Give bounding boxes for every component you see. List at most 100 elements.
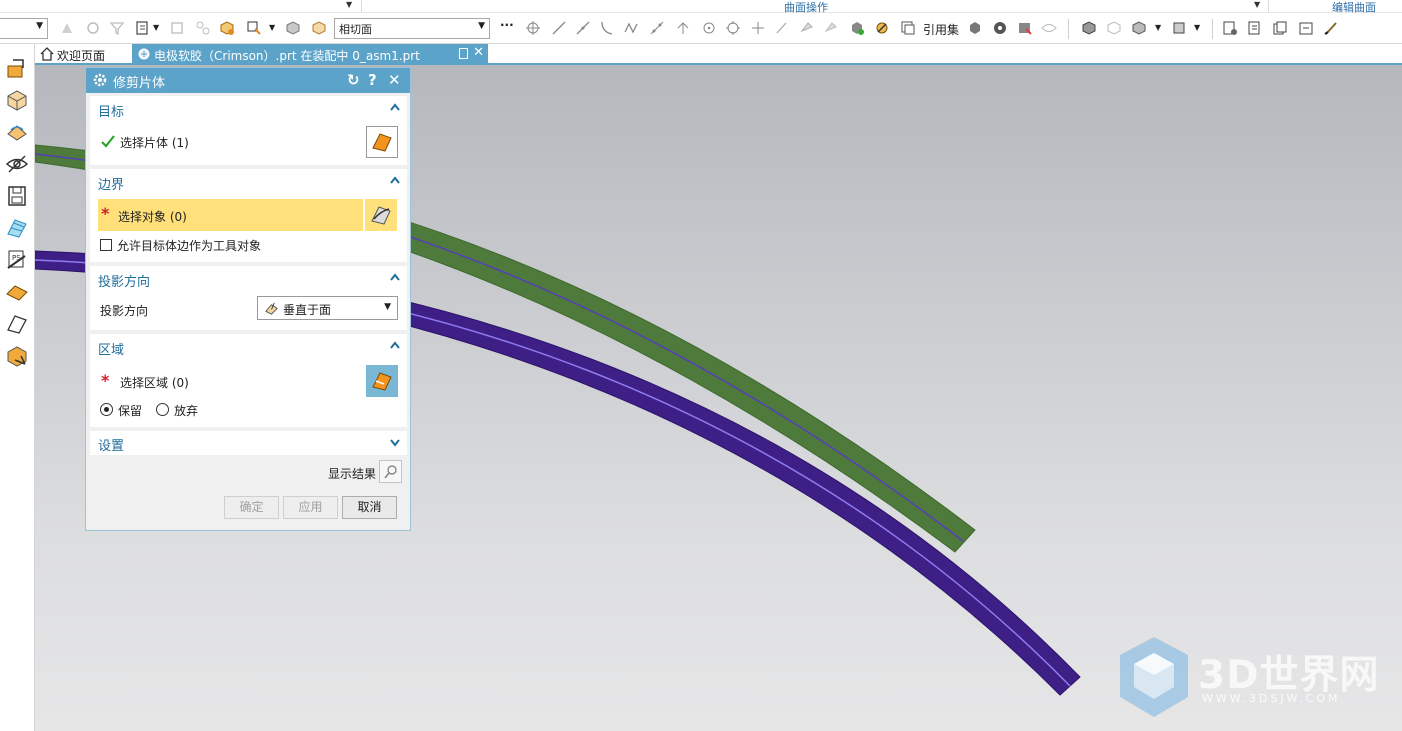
select-object-button[interactable] [365, 199, 397, 231]
discard-label: 放弃 [174, 404, 199, 418]
chevron-down-icon[interactable] [389, 436, 401, 448]
render-style-icon[interactable] [1130, 19, 1148, 37]
replace-component-icon[interactable] [966, 19, 984, 37]
dialog-titlebar[interactable]: 修剪片体 ↻ ? ✕ [86, 68, 410, 93]
arc-center-icon[interactable] [674, 19, 692, 37]
ok-button[interactable]: 确定 [224, 496, 279, 519]
part-navigator-icon[interactable] [3, 118, 30, 145]
end-point-icon[interactable] [550, 19, 568, 37]
section-settings[interactable]: 设置 [90, 431, 407, 455]
select-object-row[interactable]: * 选择对象 (0) [98, 199, 363, 231]
required-star-icon: * [101, 204, 110, 223]
box-add-icon[interactable] [218, 19, 236, 37]
snap-point-icon[interactable] [245, 19, 263, 37]
filter-icon[interactable] [108, 19, 126, 37]
copy-to-layer-icon[interactable] [1271, 19, 1289, 37]
close-tab-icon[interactable]: ✕ [473, 45, 484, 60]
hide-body-icon[interactable] [310, 19, 328, 37]
keep-radio[interactable] [100, 403, 113, 416]
layer-settings-icon[interactable] [1246, 19, 1264, 37]
gear-icon [93, 73, 107, 87]
shaded-view-icon[interactable] [1080, 19, 1098, 37]
section-region-header[interactable]: 区域 [98, 339, 124, 358]
tab-active-part[interactable]: 电极软胶（Crimson）.prt 在装配中 0_asm1.prt ✕ [132, 44, 488, 65]
allow-target-edges-checkbox[interactable] [100, 239, 112, 251]
orient-view-icon[interactable] [1170, 19, 1188, 37]
region-select-icon [372, 372, 392, 391]
wireframe-view-icon[interactable] [1105, 19, 1123, 37]
mate-component-icon[interactable] [991, 19, 1009, 37]
discard-radio[interactable] [156, 403, 169, 416]
select-components-icon[interactable] [168, 19, 186, 37]
move-to-layer-icon[interactable] [1297, 19, 1315, 37]
projection-direction-dropdown[interactable]: 垂直于面 ▼ [257, 296, 398, 320]
wave-geometry-icon[interactable] [1016, 19, 1034, 37]
reset-icon[interactable]: ↻ [347, 71, 360, 89]
chevron-up-icon[interactable] [389, 339, 401, 351]
point-on-curve-icon[interactable] [648, 19, 666, 37]
close-icon[interactable]: ✕ [388, 71, 401, 89]
select-region-label[interactable]: 选择区域 (0) [120, 374, 189, 391]
drafting-sheet-icon[interactable]: PS [3, 246, 30, 273]
select-sheet-label[interactable]: 选择片体 (1) [120, 134, 189, 151]
ribbon-group-caret-icon[interactable]: ▼ [1254, 0, 1260, 9]
constraint-navigator-icon[interactable] [3, 86, 30, 113]
assembly-navigator-icon[interactable] [3, 54, 30, 81]
solid-edit-icon[interactable] [3, 342, 30, 369]
existing-point-icon[interactable] [749, 19, 767, 37]
document-icon[interactable] [459, 48, 468, 59]
wire-sheet-icon[interactable] [3, 310, 30, 337]
add-component-icon[interactable] [848, 19, 866, 37]
help-icon[interactable]: ? [368, 71, 377, 89]
show-body-icon[interactable] [284, 19, 302, 37]
chevron-up-icon[interactable] [389, 101, 401, 113]
hide-show-eye-icon[interactable] [3, 150, 30, 177]
bounded-grid-icon[interactable] [798, 19, 816, 37]
reference-set-label[interactable]: 引用集 [923, 21, 959, 38]
section-target-header[interactable]: 目标 [98, 101, 124, 120]
snap-off-icon[interactable] [822, 19, 840, 37]
cancel-button[interactable]: 取消 [342, 496, 397, 519]
tab-active-label: 电极软胶（Crimson）.prt 在装配中 0_asm1.prt [154, 49, 420, 63]
magnifier-icon [384, 465, 397, 479]
orange-sheet-body-icon[interactable] [3, 278, 30, 305]
view-settings-icon[interactable] [1221, 19, 1239, 37]
tab-welcome[interactable]: 欢迎页面 [35, 44, 130, 65]
select-region-button[interactable] [366, 365, 398, 397]
control-point-icon[interactable] [598, 19, 616, 37]
save-icon[interactable] [3, 182, 30, 209]
ribbon-dropdown-caret-icon[interactable]: ▼ [346, 0, 352, 9]
mid-point-icon[interactable] [574, 19, 592, 37]
visibility-eye-icon[interactable] [1040, 19, 1058, 37]
dialog-title: 修剪片体 [113, 76, 166, 91]
surface-mesh-icon[interactable] [3, 214, 30, 241]
select-body-icon[interactable] [84, 19, 102, 37]
assembly-navigator-icon[interactable] [194, 19, 212, 37]
chevron-down-icon[interactable]: ▼ [269, 23, 275, 32]
point-on-face-icon[interactable] [773, 19, 791, 37]
brush-icon[interactable] [1322, 19, 1340, 37]
reference-set-icon[interactable] [899, 19, 917, 37]
chevron-down-icon: ▼ [384, 302, 391, 312]
select-feature-icon[interactable] [58, 19, 76, 37]
ribbon-divider [1268, 0, 1269, 12]
select-sheet-button[interactable] [366, 126, 398, 158]
crosshair-snap-icon[interactable] [524, 19, 542, 37]
chevron-up-icon[interactable] [389, 271, 401, 283]
show-result-button[interactable] [379, 460, 402, 483]
edit-component-icon[interactable] [873, 19, 891, 37]
target-point-icon[interactable] [724, 19, 742, 37]
selection-scope-icon[interactable] [134, 19, 152, 37]
more-icon[interactable]: ··· [500, 18, 514, 32]
section-projection-header[interactable]: 投影方向 [98, 271, 150, 290]
apply-button[interactable]: 应用 [283, 496, 338, 519]
intersection-icon[interactable] [622, 19, 640, 37]
tangent-face-combo[interactable]: 相切面 ▼ [334, 18, 490, 39]
filter-type-combo[interactable]: ▼ [0, 18, 48, 39]
chevron-down-icon[interactable]: ▼ [153, 23, 159, 32]
quadrant-point-icon[interactable] [700, 19, 718, 37]
chevron-up-icon[interactable] [389, 174, 401, 186]
chevron-down-icon[interactable]: ▼ [1194, 23, 1200, 32]
chevron-down-icon[interactable]: ▼ [1155, 23, 1161, 32]
section-boundary-header[interactable]: 边界 [98, 174, 124, 193]
